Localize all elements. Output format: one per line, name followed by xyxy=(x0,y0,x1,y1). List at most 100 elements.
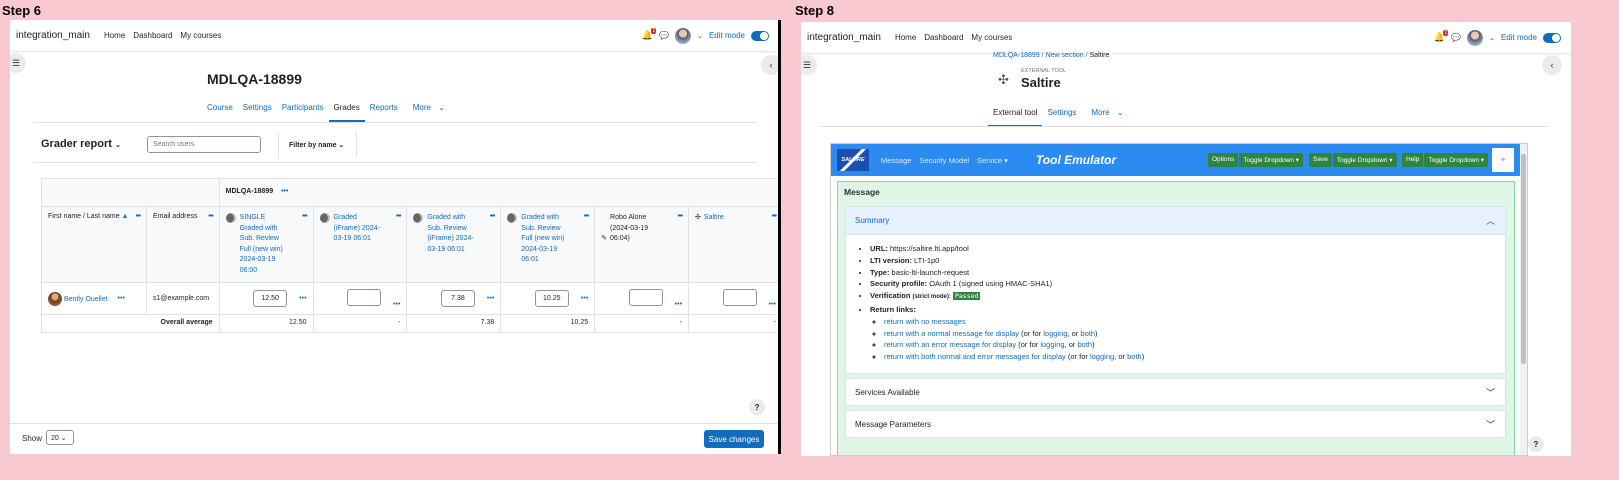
item-header-6[interactable]: ••• ✣ Saltire xyxy=(688,206,779,283)
options-button[interactable]: Options xyxy=(1208,153,1239,167)
item-header-2[interactable]: ••• Graded (iFrame) 2024-03-19 06:01 xyxy=(312,206,408,283)
item-header-3[interactable]: ••• Graded with Sub. Review (iFrame) 2024… xyxy=(406,206,502,283)
logging-link[interactable]: logging xyxy=(1040,340,1064,349)
block-drawer-toggle-icon[interactable]: ‹ xyxy=(761,55,779,75)
lti-icon xyxy=(319,213,330,223)
return-no-messages-link[interactable]: return with no messages xyxy=(884,317,966,326)
messages-icon[interactable]: 💬 xyxy=(659,31,669,40)
both-link[interactable]: both xyxy=(1080,329,1095,338)
edit-mode-toggle[interactable] xyxy=(1543,32,1561,43)
breadcrumb: MDLQA-18899 / New section / Saltire xyxy=(993,52,1110,59)
help-group: Help Toggle Dropdown ▾ xyxy=(1402,153,1489,167)
nav-home[interactable]: Home xyxy=(895,33,916,42)
return-both-messages-link[interactable]: return with both normal and error messag… xyxy=(884,352,1066,361)
block-drawer-toggle-icon[interactable]: ‹ xyxy=(1542,55,1562,75)
search-users-input[interactable] xyxy=(147,136,261,153)
user-avatar[interactable] xyxy=(1467,29,1484,46)
chevron-down-icon[interactable]: ﹀ xyxy=(1486,418,1495,431)
help-toggle-dropdown[interactable]: Toggle Dropdown ▾ xyxy=(1424,153,1489,167)
message-panel-title: Message xyxy=(844,187,880,197)
grade-input[interactable]: 7.38 xyxy=(440,290,475,307)
save-changes-button[interactable]: Save changes xyxy=(704,430,764,448)
header-name[interactable]: First name / Last name ▲ ••• xyxy=(41,206,147,283)
both-link[interactable]: both xyxy=(1127,352,1142,361)
options-toggle-dropdown[interactable]: Toggle Dropdown ▾ xyxy=(1239,153,1304,167)
item-header-1[interactable]: ••• SINGLE Graded with Sub. Review Full (… xyxy=(218,206,314,283)
activity-kicker: EXTERNAL TOOL xyxy=(1021,68,1067,74)
breadcrumb-section[interactable]: New section xyxy=(1046,52,1084,59)
saltire-logo[interactable]: SALTIRE xyxy=(837,149,869,171)
nav-dashboard[interactable]: Dashboard xyxy=(924,33,963,42)
logging-link[interactable]: logging xyxy=(1043,329,1067,338)
student-menu-icon[interactable]: ••• xyxy=(118,295,125,302)
save-button[interactable]: Save xyxy=(1309,153,1332,167)
summary-header[interactable]: Summary ︿ xyxy=(846,207,1505,235)
help-button[interactable]: ? xyxy=(1528,436,1544,452)
grader-report-selector[interactable]: Grader report ⌄ xyxy=(41,138,121,150)
site-brand[interactable]: integration_main xyxy=(16,30,90,41)
tab-settings[interactable]: Settings xyxy=(238,103,277,122)
options-group: Options Toggle Dropdown ▾ xyxy=(1208,153,1304,167)
show-per-page-select[interactable]: 20 ⌄ xyxy=(46,430,74,445)
sort-asc-icon: ▲ xyxy=(121,213,129,220)
tab-settings[interactable]: Settings xyxy=(1042,108,1081,127)
logging-link[interactable]: logging xyxy=(1090,352,1114,361)
save-toggle-dropdown[interactable]: Toggle Dropdown ▾ xyxy=(1332,153,1397,167)
grade-input[interactable] xyxy=(628,289,663,306)
overall-average-row: Overall average 12.50 - 7.38 10.25 - - xyxy=(41,314,779,333)
student-name-link[interactable]: Bently Ouellet xyxy=(64,295,108,302)
nav-my-courses[interactable]: My courses xyxy=(180,31,221,40)
messages-icon[interactable]: 💬 xyxy=(1451,33,1461,42)
course-menu-icon[interactable]: ••• xyxy=(281,188,288,195)
tab-reports[interactable]: Reports xyxy=(365,103,403,122)
course-index-toggle-icon[interactable]: ☰ xyxy=(801,55,817,75)
filter-by-name-dropdown[interactable]: Filter by name ⌄ xyxy=(289,141,344,149)
chevron-down-icon[interactable]: ⌄ xyxy=(1489,34,1495,42)
header-email[interactable]: Email address ••• xyxy=(145,206,220,283)
tab-external-tool[interactable]: External tool xyxy=(988,108,1043,127)
menu-message[interactable]: Message xyxy=(881,156,911,165)
tab-course[interactable]: Course xyxy=(202,103,238,122)
tab-participants[interactable]: Participants xyxy=(277,103,329,122)
help-button[interactable]: ? xyxy=(749,399,765,415)
scrollbar-thumb[interactable] xyxy=(1521,154,1526,364)
both-link[interactable]: both xyxy=(1077,340,1092,349)
site-brand[interactable]: integration_main xyxy=(807,32,881,43)
emulator-heading: Tool Emulator xyxy=(1035,153,1117,167)
chevron-up-icon[interactable]: ︿ xyxy=(1486,214,1495,227)
chevron-down-icon[interactable]: ⌄ xyxy=(697,32,703,40)
nav-dashboard[interactable]: Dashboard xyxy=(133,31,172,40)
tab-grades[interactable]: Grades xyxy=(328,103,365,122)
nav-home[interactable]: Home xyxy=(104,31,125,40)
lti-icon xyxy=(507,213,518,223)
help-button[interactable]: Help xyxy=(1402,153,1424,167)
services-available-accordion[interactable]: Services Available ﹀ xyxy=(845,378,1506,406)
breadcrumb-course[interactable]: MDLQA-18899 xyxy=(993,52,1040,59)
message-parameters-accordion[interactable]: Message Parameters ﹀ xyxy=(845,410,1506,438)
return-error-message-link[interactable]: return with an error message for display xyxy=(884,340,1016,349)
item-header-5[interactable]: ••• ✎Robo Alone (2024-03-19 06:04) xyxy=(594,206,690,283)
return-normal-message-link[interactable]: return with a normal message for display xyxy=(884,329,1019,338)
lti-icon xyxy=(413,213,424,223)
item-menu-icon: ••• xyxy=(302,213,307,220)
step-6-label: Step 6 xyxy=(2,3,42,18)
tab-more[interactable]: More ⌄ xyxy=(403,103,450,122)
menu-service[interactable]: Service ▾ xyxy=(977,156,1008,165)
course-index-toggle-icon[interactable]: ☰ xyxy=(10,53,26,73)
iframe-scrollbar[interactable] xyxy=(1520,144,1527,455)
grade-input[interactable]: 10.25 xyxy=(534,290,569,307)
grade-input[interactable]: 12.50 xyxy=(253,290,288,307)
summary-accordion: Summary ︿ URL: https://saltire.lti.app/t… xyxy=(845,206,1506,374)
item-header-4[interactable]: ••• Graded with Sub. Review Full (new win… xyxy=(500,206,596,283)
notification-bell-icon[interactable]: 🔔 1 xyxy=(642,28,657,41)
chevron-down-icon[interactable]: ﹀ xyxy=(1486,386,1495,399)
user-avatar[interactable] xyxy=(675,27,692,44)
tab-more[interactable]: More ⌄ xyxy=(1081,108,1128,127)
notification-bell-icon[interactable]: 🔔 1 xyxy=(1434,30,1449,43)
summary-list: URL: https://saltire.lti.app/tool LTI ve… xyxy=(846,235,1505,371)
grade-input[interactable] xyxy=(722,289,757,306)
menu-security-model[interactable]: Security Model xyxy=(919,156,969,165)
grade-input[interactable] xyxy=(347,289,382,306)
edit-mode-toggle[interactable] xyxy=(751,30,769,41)
nav-my-courses[interactable]: My courses xyxy=(971,33,1012,42)
